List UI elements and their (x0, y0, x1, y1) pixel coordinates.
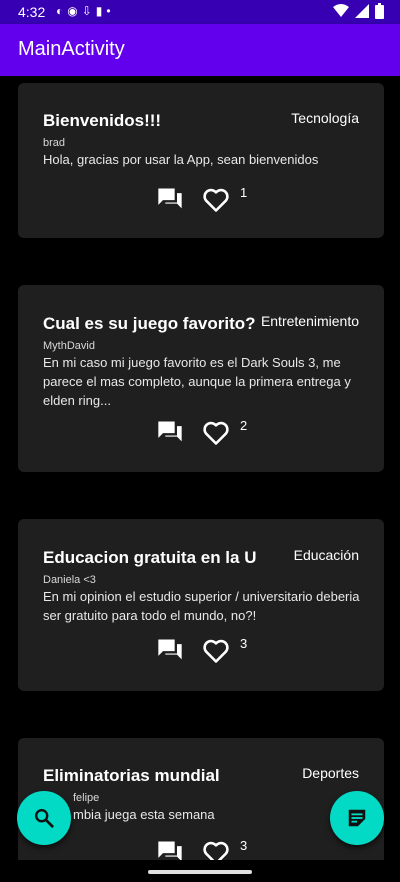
heart-icon[interactable] (202, 840, 230, 860)
status-right-icons (333, 3, 384, 19)
post-title: Educacion gratuita en la U (43, 548, 257, 567)
comment-icon[interactable] (156, 636, 184, 664)
post-title: Bienvenidos!!! (43, 111, 162, 130)
post-author: Daniela <3 (43, 574, 96, 586)
app-title: MainActivity (18, 38, 125, 60)
shield-icon: ◐ (56, 4, 68, 18)
post-title: Cual es su juego favorito? (43, 314, 256, 333)
post-actions: 3 (156, 636, 276, 664)
post-body: Hola, gracias por usar la App, sean bien… (43, 152, 319, 167)
navigation-bar (0, 860, 400, 882)
shield-icon: ◉ (67, 4, 82, 18)
post-category: Tecnología (291, 110, 359, 126)
new-post-icon (348, 809, 366, 827)
new-post-fab[interactable] (330, 791, 384, 845)
post-body: En mi opinion el estudio superior / univ… (43, 589, 360, 623)
like-count: 3 (240, 838, 248, 853)
post-author: brad (43, 137, 66, 149)
post-category: Educación (293, 547, 359, 563)
download-icon: ⇩ (81, 4, 96, 18)
like-count: 1 (240, 185, 248, 200)
status-bar: 4:32 ◐◉⇩▮• (0, 0, 400, 24)
sd-card-icon: ▮ (95, 4, 107, 18)
comment-icon[interactable] (156, 418, 184, 446)
post-card[interactable]: Educacion gratuita en la U Educación Dan… (18, 519, 384, 691)
post-category: Entretenimiento (260, 313, 359, 329)
gesture-handle[interactable] (148, 870, 252, 874)
status-time: 4:32 (18, 4, 46, 20)
comment-icon[interactable] (156, 185, 184, 213)
post-title: Eliminatorias mundial (43, 766, 220, 785)
like-count: 3 (240, 636, 248, 651)
like-count: 2 (240, 418, 248, 433)
post-list[interactable]: Bienvenidos!!! Tecnología brad Hola, gra… (0, 76, 400, 860)
post-body: En mi caso mi juego favorito es el Dark … (43, 355, 351, 408)
heart-icon[interactable] (202, 187, 230, 213)
dot-icon: • (106, 4, 115, 18)
post-actions: 1 (156, 185, 276, 213)
post-category: Deportes (302, 765, 359, 781)
post-body: mbia juega esta semana (73, 807, 215, 822)
post-actions: 2 (156, 418, 276, 446)
post-actions: 3 (156, 838, 276, 860)
post-author: MythDavid (43, 340, 95, 352)
post-card[interactable]: Bienvenidos!!! Tecnología brad Hola, gra… (18, 83, 384, 238)
search-fab[interactable] (17, 791, 71, 845)
post-card[interactable]: Eliminatorias mundial Deportes felipe mb… (18, 738, 384, 860)
wifi-icon (333, 4, 349, 17)
post-author: felipe (73, 792, 100, 804)
status-left-icons: ◐◉⇩▮• (56, 4, 115, 18)
battery-icon (375, 3, 384, 19)
signal-icon (355, 4, 369, 18)
post-card[interactable]: Cual es su juego favorito? Entretenimien… (18, 285, 384, 472)
search-icon (35, 809, 54, 828)
heart-icon[interactable] (202, 420, 230, 446)
heart-icon[interactable] (202, 638, 230, 664)
app-bar: MainActivity (0, 24, 400, 76)
comment-icon[interactable] (156, 838, 184, 860)
